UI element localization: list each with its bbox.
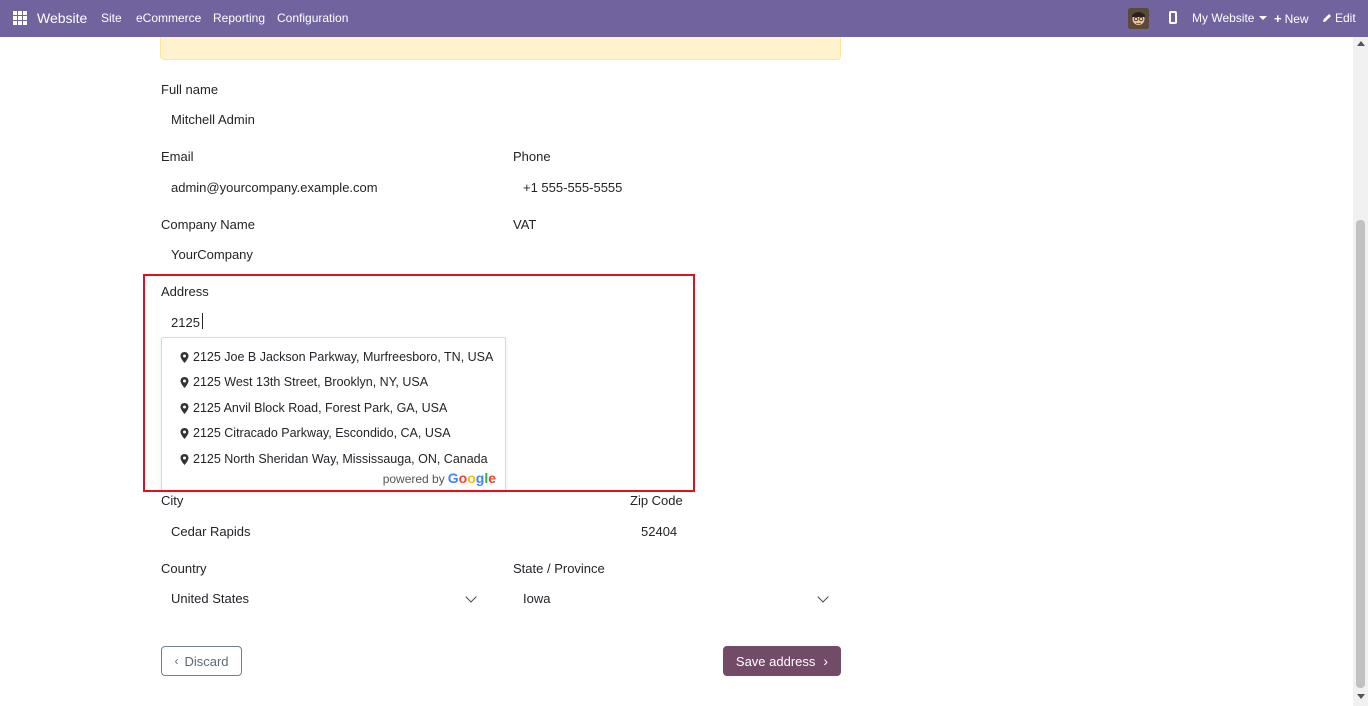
plus-icon: + bbox=[1274, 11, 1282, 26]
company-name-input[interactable] bbox=[171, 246, 491, 262]
top-navbar: Website Site eCommerce Reporting Configu… bbox=[0, 0, 1368, 37]
zip-code-label: Zip Code bbox=[630, 493, 683, 508]
menu-configuration[interactable]: Configuration bbox=[277, 11, 348, 25]
caret-down-icon bbox=[1259, 16, 1268, 20]
company-name-label: Company Name bbox=[161, 217, 255, 232]
phone-label: Phone bbox=[513, 149, 551, 164]
scrollbar-thumb[interactable] bbox=[1356, 220, 1365, 688]
website-selector[interactable]: My Website bbox=[1192, 11, 1268, 25]
user-avatar[interactable] bbox=[1128, 8, 1149, 29]
full-name-label: Full name bbox=[161, 82, 219, 97]
vat-input[interactable] bbox=[523, 246, 833, 262]
apps-grid-icon[interactable] bbox=[13, 11, 27, 25]
scroll-up-arrow-icon[interactable] bbox=[1357, 41, 1365, 46]
discard-label: Discard bbox=[184, 653, 229, 669]
vat-label: VAT bbox=[513, 217, 537, 232]
pencil-icon bbox=[1323, 14, 1331, 22]
country-select[interactable]: United States bbox=[171, 591, 249, 606]
edit-button[interactable]: Edit bbox=[1322, 11, 1356, 25]
address-highlight-box bbox=[143, 274, 695, 492]
info-alert bbox=[160, 37, 841, 60]
zip-code-input[interactable] bbox=[641, 523, 831, 539]
chevron-down-icon[interactable] bbox=[465, 591, 477, 603]
save-address-label: Save address bbox=[735, 653, 816, 669]
city-label: City bbox=[161, 493, 184, 508]
new-label: New bbox=[1284, 11, 1309, 26]
email-label: Email bbox=[161, 149, 194, 164]
full-name-input[interactable] bbox=[171, 111, 831, 127]
scroll-down-arrow-icon[interactable] bbox=[1357, 694, 1365, 699]
state-label: State / Province bbox=[513, 561, 605, 576]
chevron-down-icon[interactable] bbox=[817, 591, 829, 603]
menu-site[interactable]: Site bbox=[101, 11, 122, 25]
chevron-left-icon: ‹ bbox=[174, 654, 179, 668]
menu-reporting[interactable]: Reporting bbox=[213, 11, 265, 25]
edit-label: Edit bbox=[1335, 11, 1356, 25]
email-input[interactable] bbox=[171, 179, 491, 195]
menu-ecommerce[interactable]: eCommerce bbox=[136, 11, 201, 25]
country-label: Country bbox=[161, 561, 207, 576]
mobile-preview-icon[interactable] bbox=[1169, 11, 1177, 24]
city-input[interactable] bbox=[171, 523, 611, 539]
new-button[interactable]: + New bbox=[1274, 11, 1309, 26]
state-select[interactable]: Iowa bbox=[523, 591, 550, 606]
chevron-right-icon: › bbox=[823, 653, 829, 669]
phone-input[interactable] bbox=[523, 179, 833, 195]
save-address-button[interactable]: Save address › bbox=[723, 646, 841, 676]
app-brand[interactable]: Website bbox=[37, 10, 87, 26]
website-selector-label: My Website bbox=[1192, 11, 1255, 25]
discard-button[interactable]: ‹ Discard bbox=[161, 646, 242, 676]
